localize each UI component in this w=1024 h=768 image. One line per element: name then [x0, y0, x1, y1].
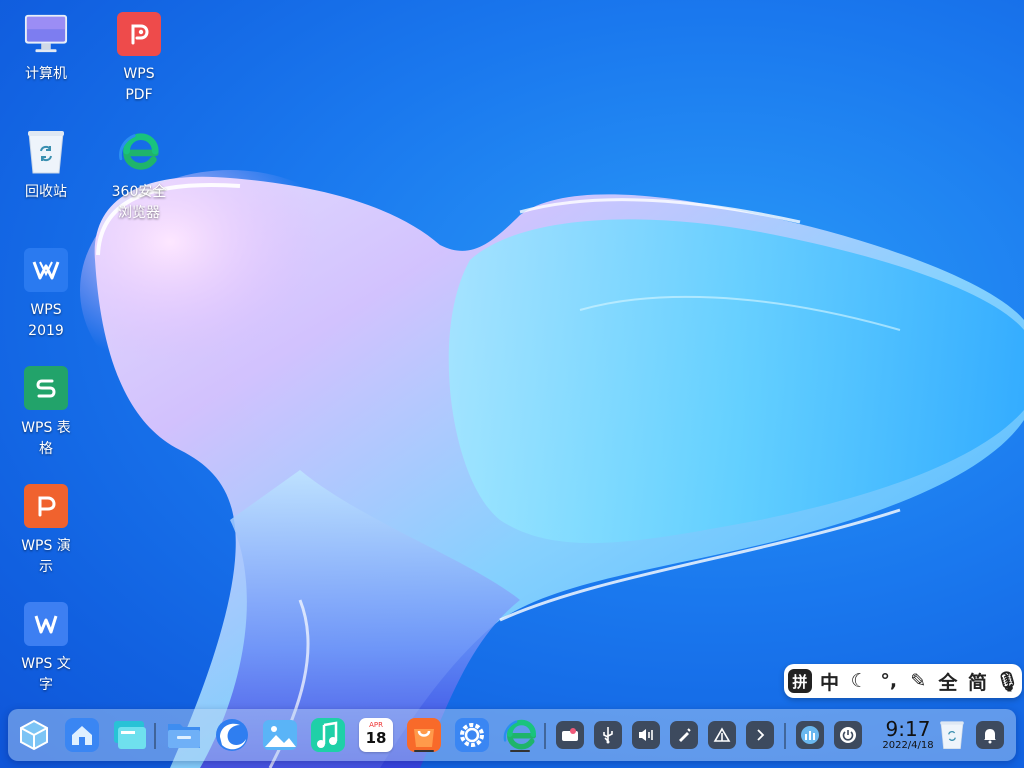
- wallpaper-art: [80, 170, 1024, 768]
- calendar-button[interactable]: APR 18: [356, 715, 396, 755]
- ime-chinese-toggle[interactable]: 中: [815, 666, 845, 696]
- calendar-day: 18: [365, 729, 387, 747]
- usb-tray-button[interactable]: [594, 721, 622, 749]
- wps-2019-icon: [24, 248, 68, 292]
- volume-icon: [639, 729, 653, 741]
- wps-spreadsheet-icon: [24, 366, 68, 410]
- desktop-icon-wps-presentation[interactable]: WPS 演 示: [4, 484, 88, 578]
- taskbar-separator: [784, 723, 786, 749]
- desktop-icon-label: 回收站: [25, 184, 67, 200]
- ime-handwriting-icon[interactable]: ✎: [904, 666, 934, 696]
- bell-icon: [984, 729, 996, 744]
- clock-time: 9:17: [885, 717, 931, 741]
- keyboard-tray-button[interactable]: [556, 721, 584, 749]
- browser-360-icon: [503, 719, 537, 750]
- control-center-button[interactable]: [796, 721, 824, 749]
- ime-simplified-toggle[interactable]: 简: [963, 666, 993, 696]
- network-icon: [713, 727, 731, 742]
- usb-icon: [603, 727, 613, 744]
- power-icon: [840, 727, 856, 743]
- desktop-icon-label: WPS 演 示: [21, 538, 71, 575]
- start-menu-button[interactable]: [14, 715, 54, 755]
- gear-icon: [455, 718, 489, 752]
- wps-writer-icon: [24, 602, 68, 646]
- settings-button[interactable]: [452, 715, 492, 755]
- browser-swirl-icon: [216, 719, 248, 751]
- chevron-right-icon: [757, 729, 765, 741]
- image-viewer-button[interactable]: [260, 715, 300, 755]
- volume-tray-button[interactable]: [632, 721, 660, 749]
- ime-punctuation-toggle[interactable]: °,: [874, 666, 904, 696]
- desktop-icon-label: 360安全 浏览器: [111, 184, 167, 221]
- desktop-icon-wps-2019[interactable]: WPS 2019: [4, 248, 88, 342]
- notification-button[interactable]: [976, 721, 1004, 749]
- desktop-icon-label: 计算机: [25, 66, 67, 82]
- windows-icon: [114, 721, 146, 749]
- trash-icon: [940, 721, 964, 749]
- clock[interactable]: 9:17 2022/4/18: [876, 718, 940, 752]
- browser-360-taskbar-button[interactable]: [500, 715, 540, 755]
- power-button[interactable]: [834, 721, 862, 749]
- desktop-icon-label: WPS 2019: [28, 302, 64, 339]
- keyboard-icon: [562, 728, 578, 741]
- trash-icon: [24, 130, 68, 174]
- calendar-icon: APR 18: [359, 718, 393, 752]
- taskbar-separator: [544, 723, 546, 749]
- network-tray-button[interactable]: [708, 721, 736, 749]
- desktop-icon-wps-spreadsheet[interactable]: WPS 表 格: [4, 366, 88, 460]
- browser-360-icon: [117, 130, 161, 174]
- wps-pdf-icon: [117, 12, 161, 56]
- home-button[interactable]: [62, 715, 102, 755]
- running-indicator: [414, 750, 434, 752]
- computer-icon: [24, 12, 68, 56]
- ime-microphone-icon[interactable]: 🎙: [992, 666, 1022, 696]
- desktop-icon-wps-writer[interactable]: WPS 文 字: [4, 602, 88, 696]
- desktop-icon-trash[interactable]: 回收站: [4, 130, 88, 203]
- running-indicator: [510, 750, 530, 752]
- taskbar: APR 18 9:17 2022/4/18: [8, 709, 1016, 761]
- clock-date: 2022/4/18: [882, 740, 934, 751]
- ime-pinyin-button[interactable]: 拼: [788, 669, 812, 693]
- desktop-icon-label: WPS 文 字: [21, 656, 71, 693]
- wallpaper: [0, 0, 1024, 768]
- taskbar-trash-button[interactable]: [932, 715, 972, 755]
- multitask-button[interactable]: [110, 715, 150, 755]
- wps-presentation-icon: [24, 484, 68, 528]
- ime-moon-icon[interactable]: ☾: [844, 666, 874, 696]
- app-store-button[interactable]: [404, 715, 444, 755]
- desktop-icon-label: WPS PDF: [123, 66, 155, 103]
- cube-icon: [20, 719, 48, 751]
- ime-toolbar: 拼 中 ☾ °, ✎ 全 简 🎙: [784, 664, 1022, 698]
- shopping-bag-icon: [407, 718, 441, 752]
- pen-icon: [679, 728, 691, 742]
- music-player-button[interactable]: [308, 715, 348, 755]
- expand-tray-button[interactable]: [746, 721, 774, 749]
- picture-icon: [263, 720, 297, 750]
- ime-fullwidth-toggle[interactable]: 全: [933, 666, 963, 696]
- desktop-icon-label: WPS 表 格: [21, 420, 71, 457]
- home-icon: [65, 718, 99, 752]
- folder-icon: [168, 724, 200, 748]
- pen-tray-button[interactable]: [670, 721, 698, 749]
- taskbar-separator: [154, 723, 156, 749]
- desktop-icon-360-browser[interactable]: 360安全 浏览器: [97, 130, 181, 224]
- desktop-icon-wps-pdf[interactable]: WPS PDF: [97, 12, 181, 106]
- music-icon: [311, 718, 345, 752]
- file-manager-button[interactable]: [164, 715, 204, 755]
- control-center-icon: [801, 726, 819, 744]
- desktop-icon-computer[interactable]: 计算机: [4, 12, 88, 85]
- browser-button[interactable]: [212, 715, 252, 755]
